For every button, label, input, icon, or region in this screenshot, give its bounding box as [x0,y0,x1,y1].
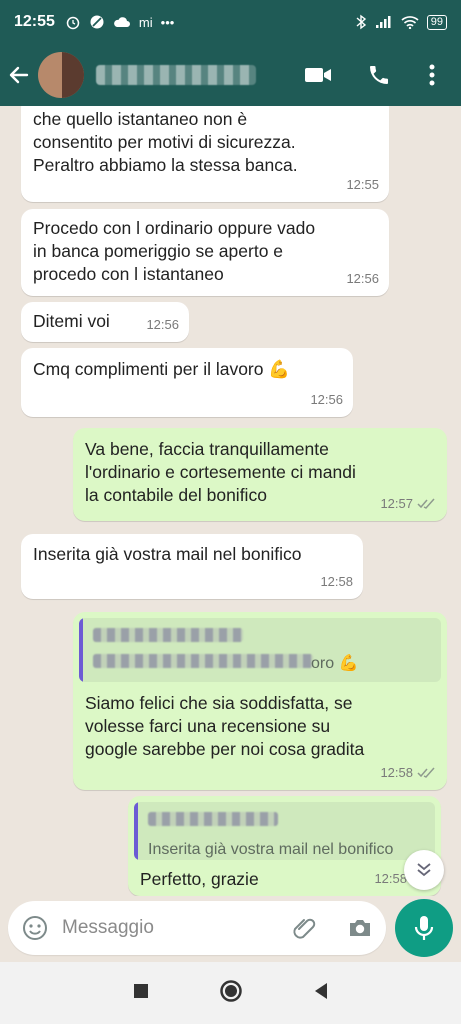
do-not-disturb-icon [90,15,104,29]
message-incoming[interactable]: Ditemi voi 12:56 [21,302,189,342]
message-outgoing[interactable]: Va bene, faccia tranquillamente l'ordina… [73,428,447,521]
message-text: Cmq complimenti per il lavoro 💪 [33,359,291,379]
message-time: 12:56 [146,317,179,332]
contact-name-blurred[interactable] [96,65,256,85]
status-time: 12:55 [14,13,55,30]
double-chevron-down-icon [417,863,431,877]
status-bar: 12:55 mi ••• 99 [0,0,461,44]
recents-square-icon [133,983,148,998]
more-notifications: ••• [160,14,175,30]
battery-indicator: 99 [426,14,447,30]
message-outgoing[interactable]: Inserita già vostra mail nel bonifico Pe… [128,796,441,896]
back-arrow-icon [9,66,29,84]
quoted-text-blurred [93,654,313,668]
message-time: 12:58 [380,765,413,780]
chat-header [0,44,461,106]
wifi-icon [401,16,419,29]
cloud-icon [114,17,130,27]
composer-bar [0,896,461,962]
message-time: 12:58 [320,574,353,589]
message-outgoing[interactable]: oro 💪 Siamo felici che sia soddisfatta, … [73,612,447,790]
scroll-to-bottom-button[interactable] [404,850,444,890]
composer-pill [8,901,386,955]
message-incoming[interactable]: Inserita già vostra mail nel bonifico 12… [21,534,363,599]
back-button[interactable] [0,44,38,106]
read-receipt-icon [417,498,435,509]
message-text: che quello istantaneo non è consentito p… [33,109,298,175]
quoted-sender-blurred [148,812,278,826]
contact-avatar[interactable] [38,52,84,98]
emoji-icon [23,916,47,940]
message-time: 12:58 [374,871,407,886]
bluetooth-icon [356,14,366,30]
attach-icon [293,918,316,939]
video-call-button[interactable] [300,44,336,106]
message-time: 12:56 [310,392,343,407]
read-receipt-icon [417,767,435,778]
message-text: Inserita già vostra mail nel bonifico [33,544,302,564]
message-text: Va bene, faccia tranquillamente l'ordina… [85,439,356,505]
voice-call-button[interactable] [362,44,396,106]
system-nav-bar [0,962,461,1024]
quoted-text: oro 💪 [311,655,359,672]
message-text: Perfetto, grazie [140,869,259,889]
voice-message-button[interactable] [395,899,453,957]
signal-icon [375,16,391,28]
quoted-message[interactable]: Inserita già vostra mail nel bonifico [134,802,435,860]
alarm-icon [66,16,80,30]
emoji-button[interactable] [20,913,50,943]
phone-icon [370,66,388,84]
recents-button[interactable] [133,983,149,1004]
message-text: Procedo con l ordinario oppure vado in b… [33,218,316,284]
message-text: Ditemi voi [33,311,110,331]
camera-button[interactable] [344,913,376,943]
carrier-label: mi [138,14,153,30]
message-incoming[interactable]: che quello istantaneo non è consentito p… [21,106,389,202]
message-incoming[interactable]: Procedo con l ordinario oppure vado in b… [21,209,389,296]
quoted-message[interactable]: oro 💪 [79,618,441,682]
message-text: Siamo felici che sia soddisfatta, se vol… [85,693,365,759]
message-time: 12:55 [346,177,379,192]
quoted-sender-blurred [93,628,243,642]
mic-icon [414,916,434,940]
chat-area[interactable]: che quello istantaneo non è consentito p… [0,106,461,896]
video-call-icon [305,68,331,82]
attach-button[interactable] [288,913,320,943]
home-circle-icon [219,979,242,1002]
message-time: 12:57 [380,496,413,511]
home-button[interactable] [219,979,243,1008]
message-incoming[interactable]: Cmq complimenti per il lavoro 💪 12:56 [21,348,353,417]
back-nav-button[interactable] [313,982,329,1005]
message-time: 12:56 [346,271,379,286]
message-input[interactable] [62,915,282,941]
more-options-button[interactable] [418,44,446,106]
camera-icon [350,920,370,936]
quoted-text: Inserita già vostra mail nel bonifico [148,841,394,858]
back-triangle-icon [314,982,327,999]
more-vert-icon [429,64,435,86]
